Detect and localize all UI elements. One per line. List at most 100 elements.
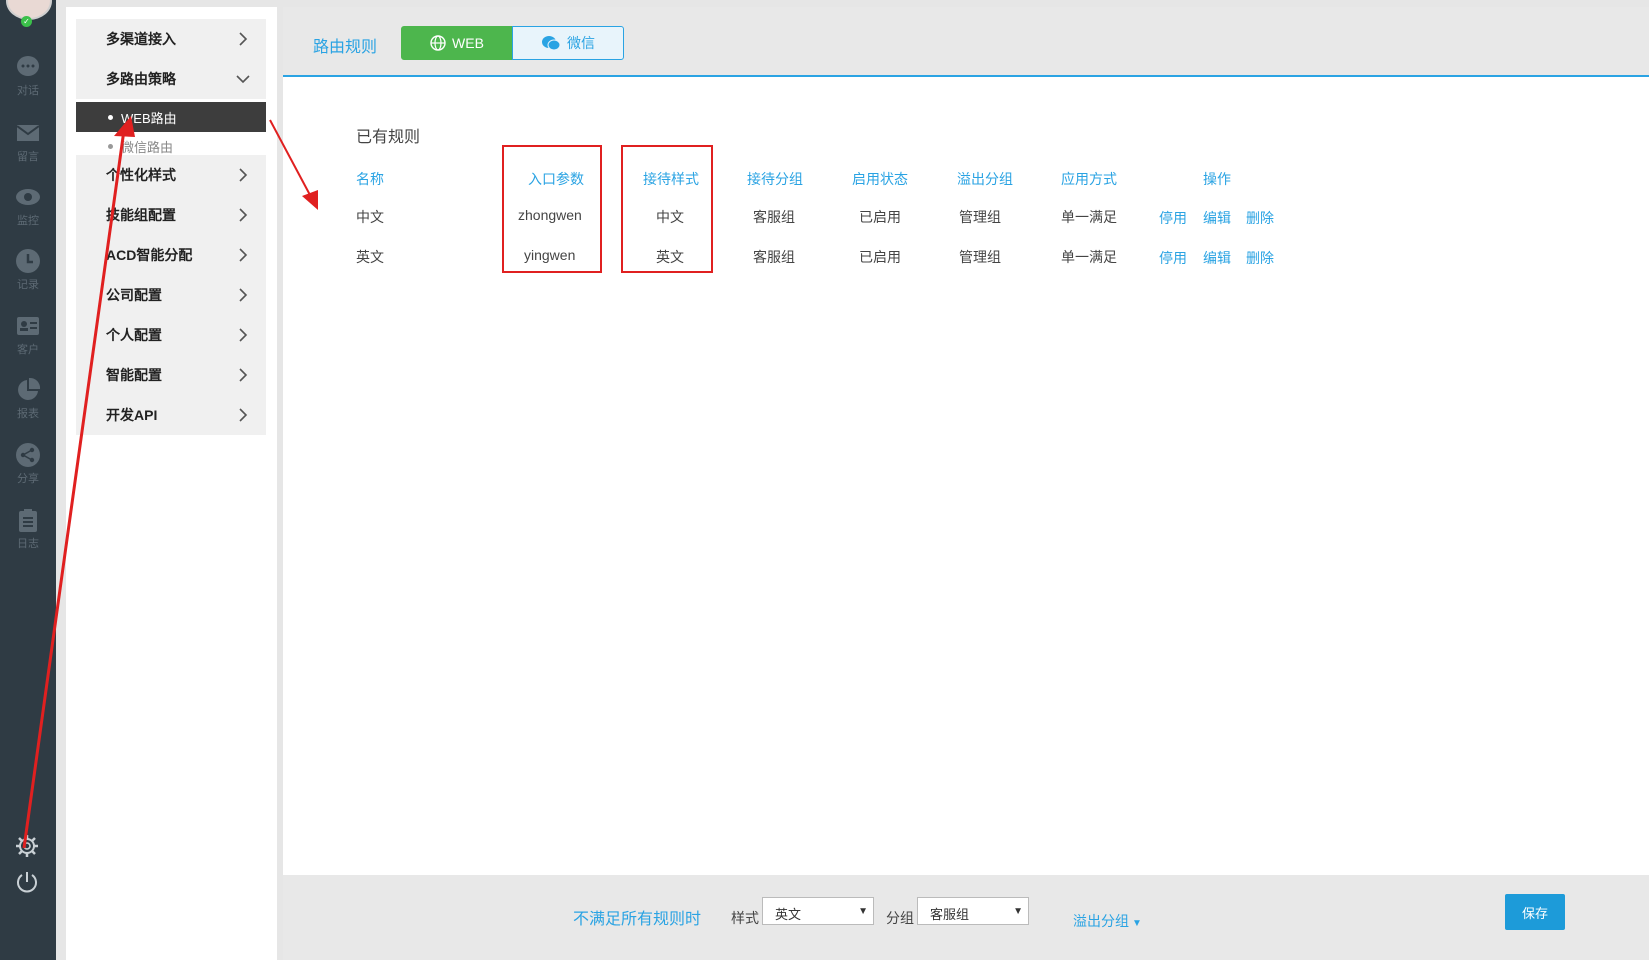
cell-overflow: 管理组 — [959, 209, 1001, 225]
fallback-rule-label: 不满足所有规则时 — [573, 911, 702, 928]
cell-name: 英文 — [356, 249, 384, 265]
chat-bubble-icon — [17, 56, 39, 76]
submenu-item-web-routing[interactable]: WEB路由 — [76, 102, 266, 132]
tab-label: 微信 — [567, 35, 595, 51]
style-label: 样式 — [731, 910, 759, 926]
rail-item-history[interactable]: 记录 — [0, 248, 56, 292]
left-rail: ✓ 对话 留言 监控 记录 客户 报表 分享 日志 — [0, 0, 56, 960]
rail-item-report[interactable]: 报表 — [0, 377, 56, 421]
chevron-down-icon — [236, 75, 250, 84]
caret-down-icon: ▼ — [858, 906, 868, 917]
cell-name: 中文 — [356, 209, 384, 225]
rail-label: 记录 — [17, 279, 39, 291]
online-status-icon: ✓ — [21, 16, 32, 27]
menu-item-label: 公司配置 — [106, 287, 162, 303]
menu-item-label: 开发API — [106, 407, 158, 423]
tab-web[interactable]: WEB — [401, 26, 513, 60]
chevron-right-icon — [239, 408, 248, 422]
overflow-group-label: 溢出分组 — [1073, 913, 1129, 929]
clock-icon — [16, 249, 40, 273]
overflow-group-toggle[interactable]: 溢出分组 ▼ — [1073, 911, 1142, 931]
cell-status: 已启用 — [859, 249, 901, 265]
pie-chart-icon — [18, 377, 41, 400]
column-header-group: 接待分组 — [747, 171, 803, 187]
menu-item-label: 个人配置 — [106, 327, 162, 343]
rail-label: 对话 — [17, 85, 39, 97]
menu-item-label: 多路由策略 — [106, 71, 176, 87]
contact-card-icon — [17, 317, 39, 335]
chevron-right-icon — [239, 248, 248, 262]
cell-group: 客服组 — [753, 209, 795, 225]
tab-wechat[interactable]: 微信 — [512, 26, 624, 60]
globe-icon — [430, 35, 446, 51]
rules-content: 已有规则 名称 入口参数 接待样式 接待分组 启用状态 溢出分组 应用方式 操作… — [283, 77, 1649, 875]
chevron-right-icon — [239, 168, 248, 182]
menu-item-personal[interactable]: 个人配置 — [76, 315, 266, 355]
settings-submenu: 多渠道接入 多路由策略 WEB路由 微信路由 个性化样式 技能组配置 ACD智能… — [66, 7, 277, 960]
rail-item-message[interactable]: 留言 — [0, 120, 56, 164]
power-icon[interactable] — [14, 869, 40, 895]
chevron-right-icon — [239, 328, 248, 342]
delete-link[interactable]: 删除 — [1246, 248, 1274, 268]
submenu-item-label: WEB路由 — [121, 110, 177, 126]
rail-label: 分享 — [17, 473, 39, 485]
wechat-icon — [542, 36, 561, 51]
menu-item-channels[interactable]: 多渠道接入 — [76, 19, 266, 59]
menu-item-company[interactable]: 公司配置 — [76, 275, 266, 315]
main-panel: 路由规则 WEB 微信 已有规则 名称 入口参数 接待样式 接待分组 启用状态 … — [283, 7, 1649, 960]
chevron-right-icon — [239, 368, 248, 382]
disable-link[interactable]: 停用 — [1159, 248, 1187, 268]
eye-icon — [16, 189, 40, 205]
edit-link[interactable]: 编辑 — [1203, 248, 1231, 268]
menu-item-acd[interactable]: ACD智能分配 — [76, 235, 266, 275]
rail-item-share[interactable]: 分享 — [0, 442, 56, 486]
section-title: 已有规则 — [356, 129, 421, 146]
rail-item-log[interactable]: 日志 — [0, 507, 56, 551]
group-label: 分组 — [886, 910, 914, 926]
rail-item-chat[interactable]: 对话 — [0, 54, 56, 98]
caret-down-icon: ▼ — [1013, 906, 1023, 917]
rail-label: 留言 — [17, 151, 39, 163]
rail-label: 报表 — [17, 408, 39, 420]
bullet-icon — [108, 114, 113, 120]
rail-item-customer[interactable]: 客户 — [0, 313, 56, 357]
clipboard-icon — [19, 509, 37, 532]
rail-label: 日志 — [17, 538, 39, 550]
cell-mode: 单一满足 — [1061, 209, 1117, 225]
share-icon — [16, 443, 40, 467]
menu-item-routing-strategy[interactable]: 多路由策略 — [76, 59, 266, 99]
cell-mode: 单一满足 — [1061, 249, 1117, 265]
edit-link[interactable]: 编辑 — [1203, 208, 1231, 228]
column-header-mode: 应用方式 — [1061, 171, 1117, 187]
menu-item-label: 技能组配置 — [106, 207, 176, 223]
menu-item-label: 多渠道接入 — [106, 31, 176, 47]
rail-label: 监控 — [17, 215, 39, 227]
menu-item-dev-api[interactable]: 开发API — [76, 395, 266, 435]
rail-item-monitor[interactable]: 监控 — [0, 184, 56, 228]
disable-link[interactable]: 停用 — [1159, 208, 1187, 228]
annotation-box-style — [621, 145, 713, 273]
rail-label: 客户 — [17, 344, 39, 356]
style-select[interactable]: 英文 ▼ — [762, 897, 874, 925]
save-button[interactable]: 保存 — [1505, 894, 1565, 930]
chevron-right-icon — [239, 32, 248, 46]
annotation-box-param — [502, 145, 602, 273]
menu-item-label: 智能配置 — [106, 367, 162, 383]
group-select[interactable]: 客服组 ▼ — [917, 897, 1029, 925]
menu-item-skill-group[interactable]: 技能组配置 — [76, 195, 266, 235]
column-header-status: 启用状态 — [852, 171, 908, 187]
menu-item-label: ACD智能分配 — [106, 247, 193, 263]
column-header-name: 名称 — [356, 171, 384, 187]
header-bar: 路由规则 WEB 微信 — [283, 7, 1649, 77]
menu-item-personalized-style[interactable]: 个性化样式 — [76, 155, 266, 195]
gear-icon[interactable] — [14, 833, 40, 859]
delete-link[interactable]: 删除 — [1246, 208, 1274, 228]
chevron-right-icon — [239, 208, 248, 222]
caret-down-icon: ▼ — [1132, 918, 1142, 929]
menu-item-smart[interactable]: 智能配置 — [76, 355, 266, 395]
footer-bar: 不满足所有规则时 样式 英文 ▼ 分组 客服组 ▼ 溢出分组 ▼ 保存 — [283, 875, 1649, 960]
page-title: 路由规则 — [313, 39, 378, 56]
tab-label: WEB — [452, 35, 484, 51]
chevron-right-icon — [239, 288, 248, 302]
cell-overflow: 管理组 — [959, 249, 1001, 265]
